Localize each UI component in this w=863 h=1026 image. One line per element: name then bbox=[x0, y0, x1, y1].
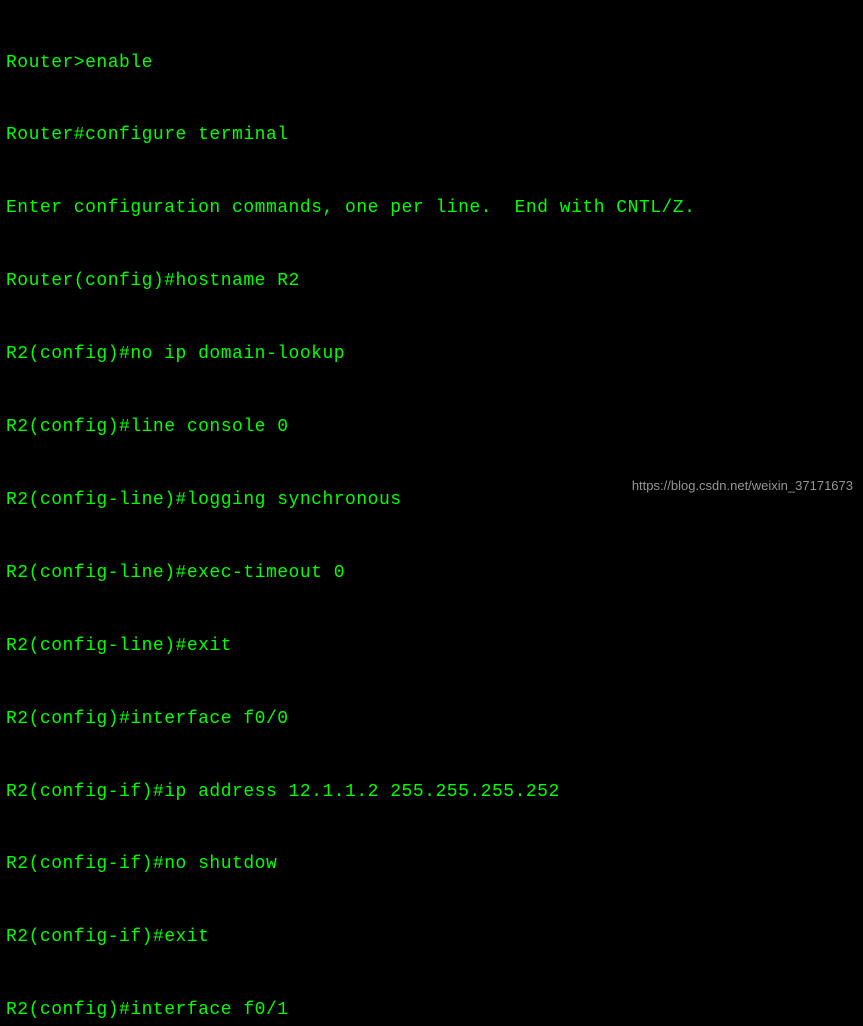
terminal-line: R2(config-if)#no shutdow bbox=[6, 852, 857, 876]
terminal-line: R2(config)#no ip domain-lookup bbox=[6, 342, 857, 366]
terminal-line: Router#configure terminal bbox=[6, 123, 857, 147]
terminal-line: Router>enable bbox=[6, 51, 857, 75]
watermark-text: https://blog.csdn.net/weixin_37171673 bbox=[632, 477, 853, 495]
terminal-line: R2(config-line)#exec-timeout 0 bbox=[6, 561, 857, 585]
terminal-line: R2(config)#interface f0/0 bbox=[6, 707, 857, 731]
terminal-output[interactable]: Router>enable Router#configure terminal … bbox=[6, 2, 857, 1026]
terminal-line: R2(config-if)#ip address 12.1.1.2 255.25… bbox=[6, 780, 857, 804]
terminal-line: R2(config)#line console 0 bbox=[6, 415, 857, 439]
terminal-line: Enter configuration commands, one per li… bbox=[6, 196, 857, 220]
terminal-line: R2(config)#interface f0/1 bbox=[6, 998, 857, 1022]
terminal-line: Router(config)#hostname R2 bbox=[6, 269, 857, 293]
terminal-line: R2(config-if)#exit bbox=[6, 925, 857, 949]
terminal-line: R2(config-line)#exit bbox=[6, 634, 857, 658]
